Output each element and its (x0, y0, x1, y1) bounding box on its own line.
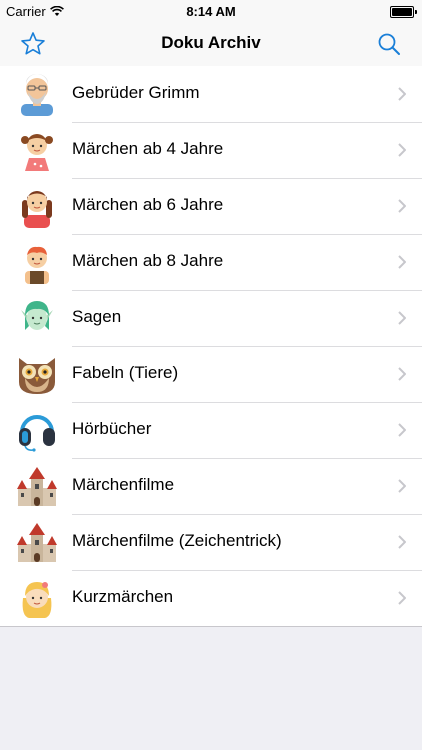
chevron-right-icon (398, 367, 406, 381)
list-item-label: Fabeln (Tiere) (72, 363, 179, 382)
chevron-right-icon (398, 311, 406, 325)
old-man-avatar-icon (21, 74, 53, 116)
castle-icon (17, 467, 57, 506)
list-item[interactable]: Märchenfilme (0, 458, 422, 514)
status-time: 8:14 AM (186, 4, 236, 19)
status-bar: Carrier 8:14 AM (0, 0, 422, 22)
blonde-girl-avatar-icon (22, 582, 52, 618)
list-item-label: Märchenfilme (72, 475, 175, 494)
list-item[interactable]: Märchenfilme (Zeichentrick) (0, 514, 422, 570)
list-item[interactable]: Kurzmärchen (0, 570, 422, 626)
chevron-right-icon (398, 535, 406, 549)
list-item-label: Gebrüder Grimm (72, 83, 200, 102)
list-item-label: Märchen ab 6 Jahre (72, 195, 224, 214)
list-item-label: Kurzmärchen (72, 587, 174, 606)
list-item-label: Märchenfilme (Zeichentrick) (72, 531, 282, 550)
girl-braids-avatar-icon (22, 191, 52, 228)
list-item-label: Märchen ab 8 Jahre (72, 251, 224, 270)
category-list: Gebrüder Grimm Märchen ab 4 Jahre Märche… (0, 66, 422, 627)
chevron-right-icon (398, 199, 406, 213)
chevron-right-icon (398, 479, 406, 493)
owl-icon (19, 358, 55, 394)
castle-icon (17, 523, 57, 562)
list-item[interactable]: Märchen ab 8 Jahre (0, 234, 422, 290)
navigation-bar: Doku Archiv (0, 22, 422, 67)
list-item[interactable]: Fabeln (Tiere) (0, 346, 422, 402)
chevron-right-icon (398, 255, 406, 269)
chevron-right-icon (398, 423, 406, 437)
list-item[interactable]: Hörbücher (0, 402, 422, 458)
list-item-label: Hörbücher (72, 419, 152, 438)
list-item[interactable]: Märchen ab 6 Jahre (0, 178, 422, 234)
list-item[interactable]: Sagen (0, 290, 422, 346)
battery-icon (390, 6, 417, 18)
little-girl-avatar-icon (21, 134, 53, 171)
list-item-label: Sagen (72, 307, 122, 326)
chevron-right-icon (398, 87, 406, 101)
chevron-right-icon (398, 143, 406, 157)
elf-avatar-icon (21, 301, 53, 330)
search-icon[interactable] (375, 30, 403, 58)
headphones-icon (19, 415, 55, 452)
page-title: Doku Archiv (161, 33, 261, 52)
boy-avatar-icon (25, 246, 49, 284)
list-item[interactable]: Märchen ab 4 Jahre (0, 122, 422, 178)
chevron-right-icon (398, 591, 406, 605)
list-item[interactable]: Gebrüder Grimm (0, 66, 422, 122)
list-item-label: Märchen ab 4 Jahre (72, 139, 224, 158)
